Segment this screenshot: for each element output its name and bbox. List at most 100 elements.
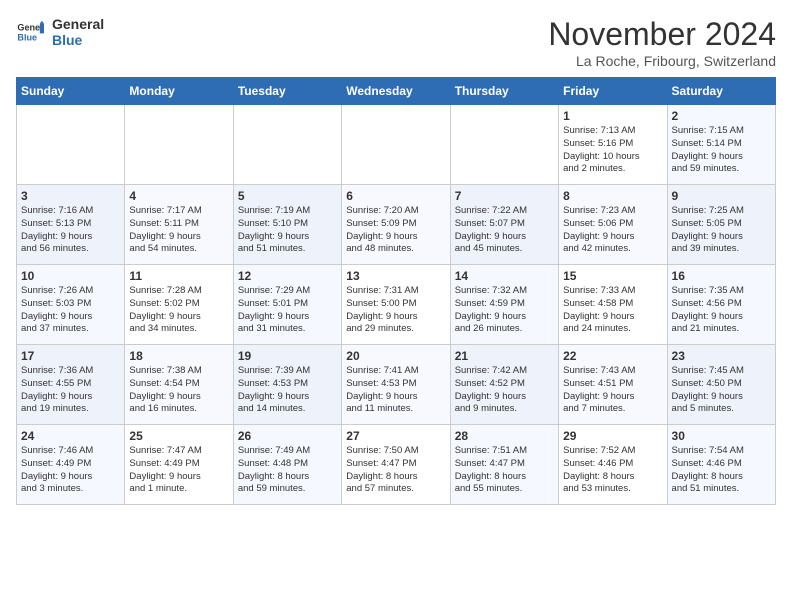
day-info: Sunrise: 7:17 AM Sunset: 5:11 PM Dayligh… [129,205,228,256]
day-info: Sunrise: 7:46 AM Sunset: 4:49 PM Dayligh… [21,445,120,496]
logo-blue: Blue [52,32,104,48]
calendar-day-27: 27 Sunrise: 7:50 AM Sunset: 4:47 PM Dayli… [342,425,450,505]
calendar-day-15: 15Sunrise: 7:33 AM Sunset: 4:58 PM Dayli… [559,265,667,345]
calendar-day-19: 19Sunrise: 7:39 AM Sunset: 4:53 PM Dayli… [233,345,341,425]
weekday-header-friday: Friday [559,78,667,105]
page-header: General Blue General Blue November 2024 … [16,16,776,69]
day-info: Sunrise: 7:25 AM Sunset: 5:05 PM Dayligh… [672,205,771,256]
calendar-day-1: 1 Sunrise: 7:13 AM Sunset: 5:16 PM Daylig… [559,105,667,185]
calendar-day-2: 2 Sunrise: 7:15 AM Sunset: 5:14 PM Daylig… [667,105,775,185]
day-number: 24 [21,429,120,443]
calendar-day-24: 24 Sunrise: 7:46 AM Sunset: 4:49 PM Dayli… [17,425,125,505]
day-info: Sunrise: 7:32 AM Sunset: 4:59 PM Dayligh… [455,285,554,336]
weekday-header-tuesday: Tuesday [233,78,341,105]
day-number: 9 [672,189,771,203]
day-number: 15 [563,269,662,283]
calendar-day-18: 18 Sunrise: 7:38 AM Sunset: 4:54 PM Dayli… [125,345,233,425]
logo-general: General [52,16,104,32]
calendar-week-row: 1 Sunrise: 7:13 AM Sunset: 5:16 PM Daylig… [17,105,776,185]
day-number: 27 [346,429,445,443]
calendar-day-17: 17 Sunrise: 7:36 AM Sunset: 4:55 PM Dayli… [17,345,125,425]
month-title: November 2024 [548,16,776,53]
calendar-week-row: 17 Sunrise: 7:36 AM Sunset: 4:55 PM Dayli… [17,345,776,425]
calendar-day-25: 25 Sunrise: 7:47 AM Sunset: 4:49 PM Dayli… [125,425,233,505]
day-info: Sunrise: 7:23 AM Sunset: 5:06 PM Dayligh… [563,205,662,256]
day-number: 13 [346,269,445,283]
calendar-table: SundayMondayTuesdayWednesdayThursdayFrid… [16,77,776,505]
day-number: 25 [129,429,228,443]
weekday-header-saturday: Saturday [667,78,775,105]
title-block: November 2024 La Roche, Fribourg, Switze… [548,16,776,69]
day-info: Sunrise: 7:28 AM Sunset: 5:02 PM Dayligh… [129,285,228,336]
calendar-day-10: 10 Sunrise: 7:26 AM Sunset: 5:03 PM Dayli… [17,265,125,345]
day-number: 1 [563,109,662,123]
day-number: 21 [455,349,554,363]
day-info: Sunrise: 7:16 AM Sunset: 5:13 PM Dayligh… [21,205,120,256]
day-number: 16 [672,269,771,283]
calendar-day-6: 6 Sunrise: 7:20 AM Sunset: 5:09 PM Daylig… [342,185,450,265]
day-info: Sunrise: 7:35 AM Sunset: 4:56 PM Dayligh… [672,285,771,336]
day-info: Sunrise: 7:19 AM Sunset: 5:10 PM Dayligh… [238,205,337,256]
day-info: Sunrise: 7:20 AM Sunset: 5:09 PM Dayligh… [346,205,445,256]
calendar-day-16: 16 Sunrise: 7:35 AM Sunset: 4:56 PM Dayli… [667,265,775,345]
calendar-day-22: 22 Sunrise: 7:43 AM Sunset: 4:51 PM Dayli… [559,345,667,425]
weekday-header-row: SundayMondayTuesdayWednesdayThursdayFrid… [17,78,776,105]
day-info: Sunrise: 7:31 AM Sunset: 5:00 PM Dayligh… [346,285,445,336]
day-info: Sunrise: 7:36 AM Sunset: 4:55 PM Dayligh… [21,365,120,416]
day-info: Sunrise: 7:41 AM Sunset: 4:53 PM Dayligh… [346,365,445,416]
day-info: Sunrise: 7:52 AM Sunset: 4:46 PM Dayligh… [563,445,662,496]
day-info: Sunrise: 7:22 AM Sunset: 5:07 PM Dayligh… [455,205,554,256]
day-number: 2 [672,109,771,123]
calendar-day-30: 30 Sunrise: 7:54 AM Sunset: 4:46 PM Dayli… [667,425,775,505]
calendar-day-23: 23Sunrise: 7:45 AM Sunset: 4:50 PM Dayli… [667,345,775,425]
day-number: 18 [129,349,228,363]
calendar-day-13: 13 Sunrise: 7:31 AM Sunset: 5:00 PM Dayli… [342,265,450,345]
day-number: 14 [455,269,554,283]
day-number: 30 [672,429,771,443]
day-number: 17 [21,349,120,363]
day-number: 11 [129,269,228,283]
logo-icon: General Blue [16,18,44,46]
calendar-empty-cell [450,105,558,185]
weekday-header-thursday: Thursday [450,78,558,105]
day-number: 3 [21,189,120,203]
calendar-day-9: 9 Sunrise: 7:25 AM Sunset: 5:05 PM Daylig… [667,185,775,265]
day-info: Sunrise: 7:29 AM Sunset: 5:01 PM Dayligh… [238,285,337,336]
day-number: 5 [238,189,337,203]
day-info: Sunrise: 7:47 AM Sunset: 4:49 PM Dayligh… [129,445,228,496]
calendar-empty-cell [125,105,233,185]
day-number: 12 [238,269,337,283]
day-info: Sunrise: 7:26 AM Sunset: 5:03 PM Dayligh… [21,285,120,336]
calendar-day-14: 14 Sunrise: 7:32 AM Sunset: 4:59 PM Dayli… [450,265,558,345]
calendar-day-21: 21Sunrise: 7:42 AM Sunset: 4:52 PM Dayli… [450,345,558,425]
day-info: Sunrise: 7:54 AM Sunset: 4:46 PM Dayligh… [672,445,771,496]
day-info: Sunrise: 7:39 AM Sunset: 4:53 PM Dayligh… [238,365,337,416]
day-number: 29 [563,429,662,443]
day-info: Sunrise: 7:15 AM Sunset: 5:14 PM Dayligh… [672,125,771,176]
calendar-day-26: 26Sunrise: 7:49 AM Sunset: 4:48 PM Dayli… [233,425,341,505]
calendar-empty-cell [17,105,125,185]
day-number: 6 [346,189,445,203]
weekday-header-wednesday: Wednesday [342,78,450,105]
calendar-empty-cell [342,105,450,185]
calendar-empty-cell [233,105,341,185]
calendar-week-row: 10 Sunrise: 7:26 AM Sunset: 5:03 PM Dayli… [17,265,776,345]
calendar-day-8: 8Sunrise: 7:23 AM Sunset: 5:06 PM Daylig… [559,185,667,265]
day-number: 20 [346,349,445,363]
day-info: Sunrise: 7:38 AM Sunset: 4:54 PM Dayligh… [129,365,228,416]
day-info: Sunrise: 7:43 AM Sunset: 4:51 PM Dayligh… [563,365,662,416]
logo: General Blue General Blue [16,16,104,48]
calendar-day-4: 4Sunrise: 7:17 AM Sunset: 5:11 PM Daylig… [125,185,233,265]
location: La Roche, Fribourg, Switzerland [548,53,776,69]
day-number: 10 [21,269,120,283]
calendar-day-11: 11 Sunrise: 7:28 AM Sunset: 5:02 PM Dayli… [125,265,233,345]
day-info: Sunrise: 7:13 AM Sunset: 5:16 PM Dayligh… [563,125,662,176]
calendar-day-20: 20 Sunrise: 7:41 AM Sunset: 4:53 PM Dayli… [342,345,450,425]
day-info: Sunrise: 7:50 AM Sunset: 4:47 PM Dayligh… [346,445,445,496]
day-number: 28 [455,429,554,443]
day-number: 22 [563,349,662,363]
weekday-header-sunday: Sunday [17,78,125,105]
day-info: Sunrise: 7:51 AM Sunset: 4:47 PM Dayligh… [455,445,554,496]
day-number: 7 [455,189,554,203]
calendar-day-12: 12 Sunrise: 7:29 AM Sunset: 5:01 PM Dayli… [233,265,341,345]
